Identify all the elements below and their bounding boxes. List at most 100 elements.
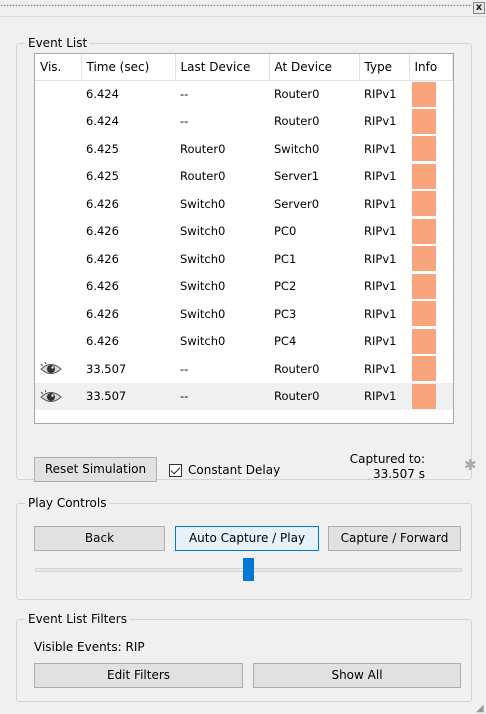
vis-cell[interactable] xyxy=(35,163,81,191)
info-color-square[interactable] xyxy=(412,136,436,162)
captured-value: 33.507 s xyxy=(372,467,425,481)
info-cell[interactable] xyxy=(409,135,453,163)
info-color-square[interactable] xyxy=(412,383,436,409)
info-color-square[interactable] xyxy=(412,246,436,272)
time-cell: 33.507 xyxy=(81,382,175,410)
type-cell: RIPv1 xyxy=(364,114,397,129)
info-cell[interactable] xyxy=(409,382,453,410)
vis-cell[interactable] xyxy=(35,382,81,410)
col-info[interactable]: Info xyxy=(409,54,453,81)
show-all-button[interactable]: Show All xyxy=(253,663,461,688)
capture-forward-button[interactable]: Capture / Forward xyxy=(328,526,461,551)
info-cell[interactable] xyxy=(409,273,453,301)
table-row[interactable]: 33.507 -- Router0 RIPv1 xyxy=(35,382,453,410)
col-time[interactable]: Time (sec) xyxy=(81,54,176,81)
at-device-cell: Switch0 xyxy=(274,141,320,156)
resize-grip-icon[interactable]: ◢ xyxy=(476,703,486,714)
vis-cell[interactable] xyxy=(35,190,81,218)
close-icon[interactable]: x xyxy=(473,2,485,14)
time-cell: 6.424 xyxy=(86,87,119,101)
edit-filters-button[interactable]: Edit Filters xyxy=(34,663,243,688)
at-device-cell: Router0 xyxy=(269,382,359,410)
info-cell[interactable] xyxy=(409,108,453,136)
type-cell: RIPv1 xyxy=(364,251,397,266)
time-cell: 6.426 xyxy=(86,334,119,349)
vis-cell[interactable] xyxy=(35,80,81,108)
at-device-cell: Server1 xyxy=(274,169,320,184)
info-cell[interactable] xyxy=(409,300,453,328)
info-cell[interactable] xyxy=(409,328,453,356)
eye-icon[interactable] xyxy=(40,389,62,404)
table-row[interactable]: 6.424 -- Router0 RIPv1 xyxy=(35,108,453,136)
col-vis[interactable]: Vis. xyxy=(35,54,82,81)
vis-cell[interactable] xyxy=(35,218,81,246)
col-last-device[interactable]: Last Device xyxy=(175,54,270,81)
vis-cell[interactable] xyxy=(35,355,81,383)
table-row[interactable]: 6.425 Router0 Server1 RIPv1 xyxy=(35,163,453,191)
info-cell[interactable] xyxy=(409,190,453,218)
vis-cell[interactable] xyxy=(35,273,81,301)
play-controls-group: Play Controls Back Auto Capture / Play C… xyxy=(16,496,472,600)
time-cell: 6.424 xyxy=(86,114,119,129)
reset-simulation-button[interactable]: Reset Simulation xyxy=(34,457,157,482)
at-device-cell: PC2 xyxy=(274,279,297,294)
last-device-cell: Switch0 xyxy=(180,334,226,349)
constant-delay-label: Constant Delay xyxy=(188,463,281,477)
table-row[interactable]: 6.426 Switch0 PC2 RIPv1 xyxy=(35,273,453,301)
info-cell[interactable] xyxy=(409,163,453,191)
vis-cell[interactable] xyxy=(35,108,81,136)
vis-cell[interactable] xyxy=(35,135,81,163)
info-cell[interactable] xyxy=(409,245,453,273)
last-device-cell: -- xyxy=(175,382,269,410)
eye-icon[interactable] xyxy=(40,362,62,376)
info-color-square[interactable] xyxy=(412,81,436,107)
info-color-square[interactable] xyxy=(412,273,436,299)
auto-capture-play-button[interactable]: Auto Capture / Play xyxy=(175,526,319,551)
panel-drag-grip[interactable] xyxy=(0,0,472,14)
speed-slider-thumb[interactable] xyxy=(243,558,254,581)
table-row[interactable]: 6.426 Switch0 PC1 RIPv1 xyxy=(35,245,453,273)
type-cell: RIPv1 xyxy=(359,382,409,410)
info-color-square[interactable] xyxy=(412,163,436,189)
constant-delay-checkbox[interactable]: Constant Delay xyxy=(169,460,280,480)
event-table-body: 6.424 -- Router0 RIPv1 6.424 -- Router0 RIPv1 6.… xyxy=(35,80,453,410)
info-color-square[interactable] xyxy=(412,356,436,382)
table-row[interactable]: 6.426 Switch0 Server0 RIPv1 xyxy=(35,190,453,218)
table-row[interactable]: 6.426 Switch0 PC3 RIPv1 xyxy=(35,300,453,328)
back-button[interactable]: Back xyxy=(34,526,165,551)
type-cell: RIPv1 xyxy=(364,279,397,294)
last-device-cell: Router0 xyxy=(180,169,226,184)
info-color-square[interactable] xyxy=(412,218,436,244)
at-device-cell: Server0 xyxy=(274,196,320,211)
time-cell: 6.425 xyxy=(86,169,119,184)
asterisk-icon: ✱ xyxy=(464,456,477,474)
at-device-cell: PC1 xyxy=(274,251,297,266)
last-device-cell: -- xyxy=(180,361,189,376)
time-cell: 6.426 xyxy=(86,279,119,294)
table-header-row: Vis. Time (sec) Last Device At Device Ty… xyxy=(35,54,453,81)
info-cell[interactable] xyxy=(409,218,453,246)
info-color-square[interactable] xyxy=(412,191,436,217)
table-row[interactable]: 6.424 -- Router0 RIPv1 xyxy=(35,80,453,108)
checkbox-icon[interactable] xyxy=(169,463,182,477)
vis-cell[interactable] xyxy=(35,300,81,328)
at-device-cell: Router0 xyxy=(274,361,320,376)
type-cell: RIPv1 xyxy=(364,334,397,349)
table-row[interactable]: 6.426 Switch0 PC4 RIPv1 xyxy=(35,328,453,356)
last-device-cell: Router0 xyxy=(180,141,226,156)
at-device-cell: PC0 xyxy=(274,224,297,239)
type-cell: RIPv1 xyxy=(364,141,397,156)
table-row[interactable]: 33.507 -- Router0 RIPv1 xyxy=(35,355,453,383)
info-color-square[interactable] xyxy=(412,108,436,134)
vis-cell[interactable] xyxy=(35,328,81,356)
time-cell: 6.426 xyxy=(86,306,119,321)
col-type[interactable]: Type xyxy=(359,54,410,81)
col-at-device[interactable]: At Device xyxy=(269,54,360,81)
info-cell[interactable] xyxy=(409,80,453,108)
table-row[interactable]: 6.426 Switch0 PC0 RIPv1 xyxy=(35,218,453,246)
info-color-square[interactable] xyxy=(412,301,436,327)
table-row[interactable]: 6.425 Router0 Switch0 RIPv1 xyxy=(35,135,453,163)
info-color-square[interactable] xyxy=(412,328,436,354)
vis-cell[interactable] xyxy=(35,245,81,273)
info-cell[interactable] xyxy=(409,355,453,383)
